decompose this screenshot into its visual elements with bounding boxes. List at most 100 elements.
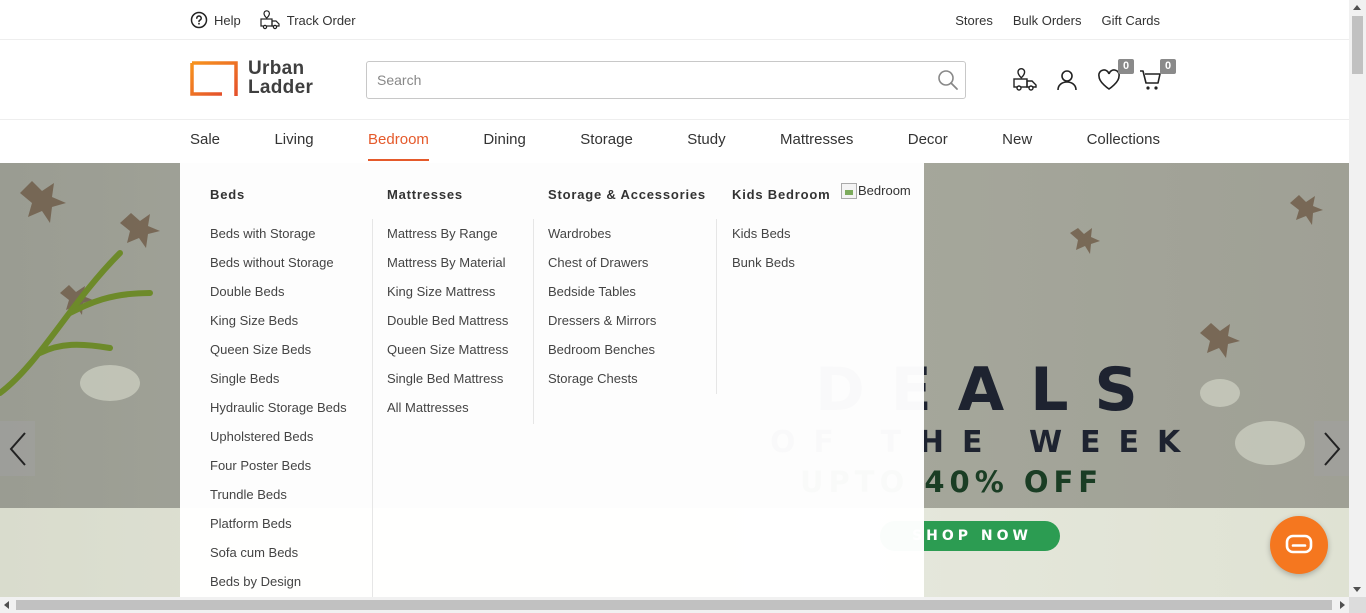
menu-link[interactable]: Beds without Storage — [210, 254, 347, 283]
vertical-scroll-thumb[interactable] — [1352, 16, 1363, 74]
chevron-left-icon — [9, 431, 26, 466]
menu-link[interactable]: Mattress By Range — [387, 225, 508, 254]
scroll-up-icon[interactable] — [1353, 5, 1361, 10]
scroll-left-icon[interactable] — [4, 601, 9, 609]
nav-item-bedroom[interactable]: Bedroom — [368, 121, 429, 163]
nav-item-mattresses[interactable]: Mattresses — [780, 121, 853, 163]
menu-link[interactable]: Platform Beds — [210, 515, 347, 544]
scroll-right-icon[interactable] — [1340, 601, 1345, 609]
utility-left: Help Track Order — [190, 0, 356, 40]
menu-heading-beds[interactable]: Beds — [210, 187, 245, 202]
track-order-label: Track Order — [286, 12, 356, 28]
bedroom-menu-image[interactable]: Bedroom — [841, 183, 911, 199]
cart-button[interactable]: 0 — [1138, 59, 1176, 95]
menu-link[interactable]: Queen Size Beds — [210, 341, 347, 370]
menu-link[interactable]: Bedside Tables — [548, 283, 656, 312]
menu-link[interactable]: Single Beds — [210, 370, 347, 399]
menu-link[interactable]: Storage Chests — [548, 370, 656, 399]
nav-item-sale[interactable]: Sale — [190, 121, 220, 163]
menu-link[interactable]: Beds with Storage — [210, 225, 347, 254]
menu-list-mattresses: Mattress By Range Mattress By Material Kin… — [387, 225, 508, 428]
chat-widget-button[interactable] — [1270, 516, 1328, 574]
menu-link[interactable]: Sofa cum Beds — [210, 544, 347, 573]
menu-link[interactable]: Wardrobes — [548, 225, 656, 254]
nav-list: Sale Living Bedroom Dining Storage Study Mattr… — [190, 121, 1160, 163]
search-icon[interactable] — [937, 69, 959, 96]
menu-link[interactable]: Dressers & Mirrors — [548, 312, 656, 341]
logo-line-2: Ladder — [248, 77, 314, 98]
utility-right: Stores Bulk Orders Gift Cards — [955, 0, 1160, 40]
menu-link[interactable]: Chest of Drawers — [548, 254, 656, 283]
track-order-link[interactable]: Track Order — [259, 10, 356, 30]
menu-divider — [716, 219, 717, 394]
menu-list-beds: Beds with Storage Beds without Storage Dou… — [210, 225, 347, 597]
chevron-right-icon — [1323, 431, 1340, 466]
cart-count-badge: 0 — [1160, 59, 1176, 74]
carousel-prev-button[interactable] — [0, 421, 35, 476]
menu-heading-mattresses[interactable]: Mattresses — [387, 187, 463, 202]
user-icon — [1057, 70, 1077, 91]
wishlist-count-badge: 0 — [1118, 59, 1134, 74]
menu-link[interactable]: Double Bed Mattress — [387, 312, 508, 341]
scroll-down-icon[interactable] — [1353, 587, 1361, 592]
horizontal-scroll-thumb[interactable] — [16, 600, 1332, 610]
menu-link[interactable]: King Size Beds — [210, 312, 347, 341]
account-button[interactable] — [1054, 65, 1080, 95]
track-order-button[interactable] — [1012, 65, 1038, 95]
main-nav: Sale Living Bedroom Dining Storage Study Mattr… — [0, 121, 1349, 163]
menu-link[interactable]: Hydraulic Storage Beds — [210, 399, 347, 428]
menu-link[interactable]: Upholstered Beds — [210, 428, 347, 457]
header-icons: 0 0 — [1012, 59, 1176, 95]
search-box — [366, 61, 966, 99]
menu-link[interactable]: Bunk Beds — [732, 254, 795, 283]
menu-divider — [372, 219, 373, 597]
menu-link[interactable]: Double Beds — [210, 283, 347, 312]
help-icon — [190, 11, 208, 29]
menu-link[interactable]: Mattress By Material — [387, 254, 508, 283]
menu-link[interactable]: Single Bed Mattress — [387, 370, 508, 399]
wishlist-button[interactable]: 0 — [1096, 59, 1134, 95]
scrollbar-corner — [1349, 597, 1366, 613]
logo-text: Urban Ladder — [248, 59, 313, 97]
nav-item-living[interactable]: Living — [274, 121, 313, 163]
delivery-icon — [1013, 68, 1037, 91]
nav-item-new[interactable]: New — [1002, 121, 1032, 163]
menu-link[interactable]: Four Poster Beds — [210, 457, 347, 486]
nav-item-storage[interactable]: Storage — [580, 121, 633, 163]
broken-image-icon — [841, 183, 857, 199]
logo[interactable]: Urban Ladder — [190, 59, 313, 97]
menu-link[interactable]: Kids Beds — [732, 225, 795, 254]
menu-list-storage: Wardrobes Chest of Drawers Bedside Tables D… — [548, 225, 656, 399]
help-label: Help — [214, 12, 241, 28]
menu-link[interactable]: Beds by Design — [210, 573, 347, 597]
menu-link[interactable]: Bedroom Benches — [548, 341, 656, 370]
menu-link[interactable]: Trundle Beds — [210, 486, 347, 515]
chat-icon — [1285, 534, 1313, 554]
menu-link[interactable]: All Mattresses — [387, 399, 508, 428]
bedroom-image-alt: Bedroom — [858, 183, 911, 198]
gift-cards-link[interactable]: Gift Cards — [1101, 13, 1160, 28]
horizontal-scrollbar[interactable] — [0, 597, 1349, 613]
help-link[interactable]: Help — [190, 11, 241, 29]
vertical-scrollbar[interactable] — [1349, 0, 1366, 597]
truck-icon — [260, 10, 280, 30]
search-input[interactable] — [367, 62, 927, 98]
menu-heading-storage[interactable]: Storage & Accessories — [548, 187, 706, 202]
nav-item-collections[interactable]: Collections — [1087, 121, 1160, 163]
site-header: Urban Ladder 0 0 — [0, 41, 1349, 120]
logo-mark-icon — [190, 60, 238, 96]
menu-link[interactable]: King Size Mattress — [387, 283, 508, 312]
nav-item-study[interactable]: Study — [687, 121, 725, 163]
menu-heading-kids[interactable]: Kids Bedroom — [732, 187, 830, 202]
menu-divider — [533, 219, 534, 424]
carousel-next-button[interactable] — [1314, 421, 1349, 476]
stores-link[interactable]: Stores — [955, 13, 993, 28]
bedroom-mega-menu: Beds Beds with Storage Beds without Stora… — [180, 163, 924, 597]
logo-line-1: Urban — [248, 58, 305, 79]
menu-list-kids: Kids Beds Bunk Beds — [732, 225, 795, 283]
nav-item-decor[interactable]: Decor — [908, 121, 948, 163]
menu-link[interactable]: Queen Size Mattress — [387, 341, 508, 370]
utility-bar: Help Track Order Stores Bulk Orders Gift… — [0, 0, 1349, 40]
bulk-orders-link[interactable]: Bulk Orders — [1013, 13, 1082, 28]
nav-item-dining[interactable]: Dining — [483, 121, 526, 163]
